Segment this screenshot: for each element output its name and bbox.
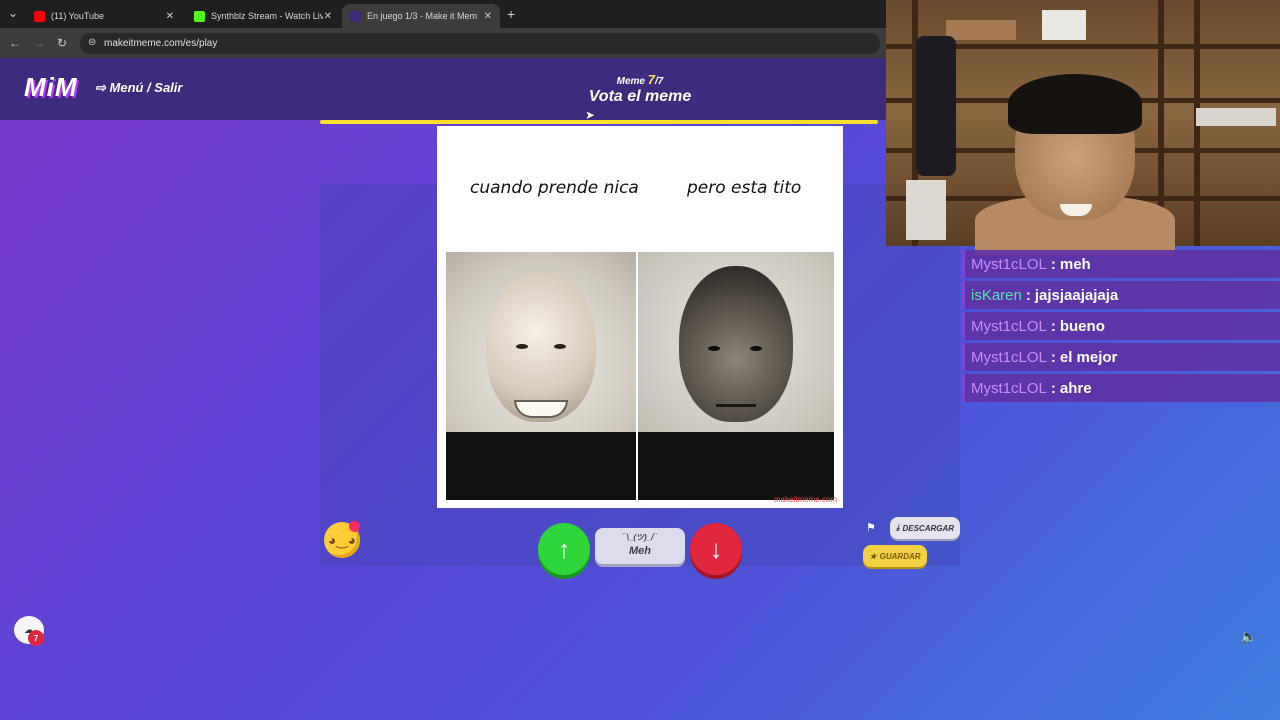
chat-separator: : <box>1025 286 1031 304</box>
tab-list-icon[interactable]: ⌄ <box>8 6 18 20</box>
arrow-up-icon: ↑ <box>557 533 571 564</box>
chat-message: Myst1cLOL : meh <box>962 250 1280 278</box>
reload-icon[interactable]: ↻ <box>57 36 67 50</box>
url-input[interactable]: ⊜ makeitmeme.com/es/play <box>80 33 880 54</box>
white-box <box>1042 10 1086 40</box>
kick-icon <box>194 10 205 22</box>
serious-face <box>679 266 793 422</box>
star-icon: ★ <box>869 551 877 561</box>
meh-label: Meh <box>629 545 651 557</box>
tab-youtube[interactable]: (11) YouTube ✕ <box>26 4 182 28</box>
chat-separator: : <box>1050 348 1056 366</box>
hanging-jacket <box>916 36 956 176</box>
chat-badge: 7 <box>28 630 44 646</box>
close-icon[interactable]: ✕ <box>484 11 492 22</box>
eye <box>708 346 720 351</box>
shirt <box>446 432 636 500</box>
heart-badge <box>349 521 360 532</box>
page-title: Vota el meme <box>588 88 692 105</box>
forward-icon[interactable]: → <box>33 36 45 50</box>
meme-image: cuando prende nica pero esta tito makeit… <box>437 126 843 508</box>
tab-title: En juego 1/3 - Make it Mem <box>367 11 478 21</box>
chat-username: Myst1cLOL <box>971 255 1047 273</box>
tab-stream[interactable]: Synthblz Stream - Watch Live o ✕ <box>186 4 340 28</box>
close-icon[interactable]: ✕ <box>324 11 332 22</box>
shrug-emoticon: ¯\_(ツ)_/¯ <box>622 533 658 542</box>
caption-right: pero esta tito <box>687 178 802 198</box>
new-tab-button[interactable]: + <box>507 6 515 22</box>
photo-serious <box>638 252 834 500</box>
streamer-hair <box>1008 74 1142 134</box>
tab-title: Synthblz Stream - Watch Live o <box>211 11 323 21</box>
smiley-icon: ◕‿◕ <box>327 531 357 548</box>
chat-text: meh <box>1059 255 1091 273</box>
chat-username: isKaren <box>971 286 1022 304</box>
chat-username: Myst1cLOL <box>971 348 1047 366</box>
shirt <box>638 432 834 500</box>
site-info-icon[interactable]: ⊜ <box>88 37 96 48</box>
tab-makeitmeme[interactable]: En juego 1/3 - Make it Mem ✕ <box>342 4 500 28</box>
mim-logo[interactable]: MiM <box>24 72 78 103</box>
chat-username: Myst1cLOL <box>971 317 1047 335</box>
back-icon[interactable]: ← <box>9 36 21 50</box>
eye <box>750 346 762 351</box>
download-icon: ⤓ <box>895 523 900 532</box>
game-header: MiM ⇨ Menú / Salir Meme 7/7 Vota el meme <box>0 58 886 120</box>
browser-tab-bar: ⌄ (11) YouTube ✕ Synthblz Stream - Watch… <box>0 0 886 28</box>
arrow-down-icon: ↓ <box>709 533 723 564</box>
meh-button[interactable]: ¯\_(ツ)_/¯ Meh <box>595 528 685 564</box>
report-flag-icon[interactable]: ⚑ <box>866 521 876 534</box>
chat-message: Myst1cLOL : bueno <box>962 312 1280 340</box>
stream-chat: Myst1cLOL : meh isKaren : jajsjaajajaja … <box>962 250 1280 405</box>
chat-separator: : <box>1050 379 1056 397</box>
caption-left: cuando prende nica <box>470 178 639 198</box>
meme-total: /7 <box>655 76 664 87</box>
vote-progress-bar <box>320 120 878 124</box>
meme-counter: Meme 7/7 <box>600 72 680 87</box>
chat-username: Myst1cLOL <box>971 379 1047 397</box>
close-icon[interactable]: ✕ <box>166 11 174 22</box>
chat-separator: : <box>1050 317 1056 335</box>
download-button[interactable]: ⤓ DESCARGAR <box>890 517 960 539</box>
chat-message: Myst1cLOL : ahre <box>962 374 1280 402</box>
chat-separator: : <box>1050 255 1056 273</box>
photo-smiling <box>446 252 636 500</box>
meme-current: 7 <box>647 72 656 87</box>
eye <box>554 344 566 349</box>
books <box>946 20 1016 40</box>
mouse-cursor-icon: ➤ <box>585 108 596 122</box>
downvote-button[interactable]: ↓ <box>690 523 742 575</box>
frown <box>716 404 756 407</box>
save-label: GUARDAR <box>879 551 921 561</box>
chat-text: ahre <box>1059 379 1092 397</box>
address-bar: ← → ↻ ⊜ makeitmeme.com/es/play <box>0 28 886 58</box>
bag <box>906 180 946 240</box>
chat-message: Myst1cLOL : el mejor <box>962 343 1280 371</box>
eye <box>516 344 528 349</box>
chat-text: bueno <box>1059 317 1105 335</box>
youtube-icon <box>34 10 45 22</box>
sound-icon[interactable]: 🔈 <box>1240 628 1257 645</box>
meme-prefix: Meme <box>616 76 645 87</box>
papers <box>1196 108 1276 126</box>
tab-title: (11) YouTube <box>51 11 105 21</box>
url-text: makeitmeme.com/es/play <box>104 38 218 49</box>
upvote-button[interactable]: ↑ <box>538 523 590 575</box>
download-label: DESCARGAR <box>902 523 955 533</box>
makeitmeme-icon <box>350 10 361 22</box>
chat-text: el mejor <box>1059 348 1118 366</box>
menu-exit-link[interactable]: ⇨ Menú / Salir <box>95 80 182 96</box>
watermark: makeitmeme.com <box>773 495 837 504</box>
chat-text: jajsjaajajaja <box>1034 286 1119 304</box>
chat-message: isKaren : jajsjaajajaja <box>962 281 1280 309</box>
save-button[interactable]: ★ GUARDAR <box>863 545 927 567</box>
